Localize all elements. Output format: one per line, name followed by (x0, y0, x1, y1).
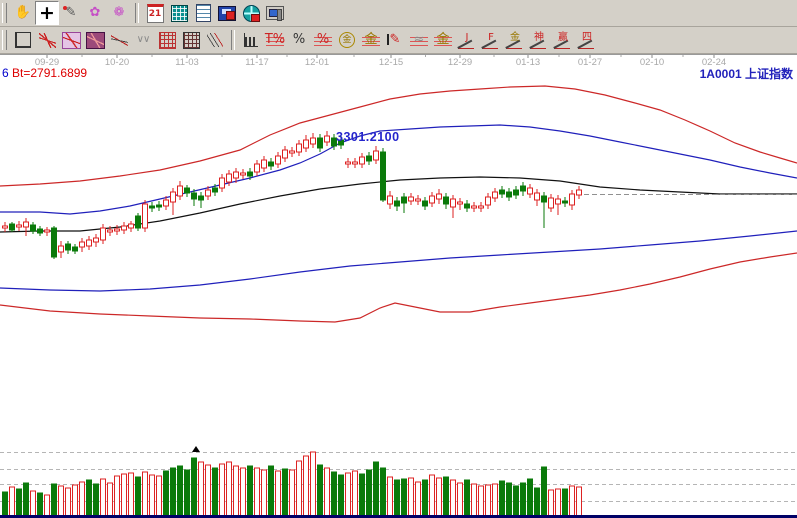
report-notes-icon (196, 4, 211, 22)
pan-hand-icon: ✋ (14, 4, 32, 22)
angle-lines-icon (111, 33, 128, 48)
crosshair-button[interactable]: + (35, 1, 59, 25)
si-angle-button[interactable]: 四 (575, 28, 599, 52)
gold-lines-icon: 金 (362, 31, 380, 49)
wave-lines-icon: ≈ (410, 31, 428, 49)
price-volume-chart[interactable]: 09-2910-2011-0311-1712-0112-1512-2901-13… (0, 54, 797, 518)
save-floppy-icon (218, 6, 236, 21)
percent-icon: % (290, 31, 308, 49)
candle-brush-icon: ✎ (386, 31, 404, 49)
toolbar-drawing-tools: ∨∨T%%%金金✎≈金JF金神赢四 (0, 27, 797, 54)
zigzag-wave-icon: ∨∨ (134, 31, 152, 49)
percent-lines-button[interactable]: % (311, 28, 335, 52)
knot-tool-button[interactable]: ❁ (107, 1, 131, 25)
parallel-lines-button[interactable] (203, 28, 227, 52)
save-floppy-button[interactable] (215, 1, 239, 25)
t-percent-icon: T% (266, 31, 284, 49)
svg-text:3301.2100: 3301.2100 (336, 130, 400, 144)
red-grid-icon (159, 32, 176, 49)
dark-fan-box-icon (86, 32, 105, 49)
dark-fan-box-button[interactable] (83, 28, 107, 52)
draw-line-pen-icon: ✎ (62, 4, 80, 22)
draw-line-pen-button[interactable]: ✎ (59, 1, 83, 25)
svg-text:12-01: 12-01 (305, 57, 329, 68)
shen-angle-button[interactable]: 神 (527, 28, 551, 52)
flower-tool-button[interactable]: ✿ (83, 1, 107, 25)
gold-angle-button[interactable]: 金 (503, 28, 527, 52)
calculator-button[interactable] (167, 1, 191, 25)
gold-angle-icon: 金 (506, 31, 524, 49)
percent-lines-icon: % (314, 31, 332, 49)
flower-tool-icon: ✿ (86, 4, 104, 22)
calculator-icon (171, 5, 188, 22)
crosshair-icon: + (38, 4, 56, 22)
svg-text:01-13: 01-13 (516, 57, 540, 68)
ying-angle-icon: 赢 (554, 31, 572, 49)
percent-button[interactable]: % (287, 28, 311, 52)
toolbar-separator (135, 3, 139, 23)
wave-lines-button[interactable]: ≈ (407, 28, 431, 52)
chart-area[interactable]: 09-2910-2011-0311-1712-0112-1512-2901-13… (0, 54, 797, 518)
svg-text:12-29: 12-29 (448, 57, 472, 68)
svg-text:11-03: 11-03 (175, 57, 199, 68)
measure-frame-button[interactable] (11, 28, 35, 52)
toolbar-separator (231, 30, 235, 50)
ying-angle-button[interactable]: 赢 (551, 28, 575, 52)
status-indicator-label: 6 Bt=2791.6899 (2, 66, 87, 80)
stats-bars-button[interactable] (239, 28, 263, 52)
send-computer-button[interactable] (263, 1, 287, 25)
stock-app-window: ✋+✎✿❁21 ∨∨T%%%金金✎≈金JF金神赢四 09-2910-2011-0… (0, 0, 797, 518)
svg-text:01-27: 01-27 (578, 57, 602, 68)
gann-fan-icon (39, 33, 56, 48)
grid-box-button[interactable] (179, 28, 203, 52)
toolbar-grip[interactable] (2, 3, 7, 23)
parallel-lines-icon (207, 33, 223, 47)
gold-red-lines-icon: 金 (434, 31, 452, 49)
j-angle-icon: J (458, 31, 476, 49)
si-angle-icon: 四 (578, 31, 596, 49)
calendar-button[interactable]: 21 (143, 1, 167, 25)
t-percent-button[interactable]: T% (263, 28, 287, 52)
shaded-fan-box-button[interactable] (59, 28, 83, 52)
shaded-fan-box-icon (62, 32, 81, 49)
status-value: Bt=2791.6899 (9, 66, 87, 80)
svg-text:12-15: 12-15 (379, 57, 403, 68)
zigzag-wave-button[interactable]: ∨∨ (131, 28, 155, 52)
pan-hand-button[interactable]: ✋ (11, 1, 35, 25)
gold-lines-button[interactable]: 金 (359, 28, 383, 52)
status-prefix: 6 (2, 66, 9, 80)
red-grid-button[interactable] (155, 28, 179, 52)
f-angle-icon: F (482, 31, 500, 49)
toolbar-grip[interactable] (2, 30, 7, 50)
knot-tool-icon: ❁ (110, 4, 128, 22)
stats-bars-icon (244, 33, 258, 47)
export-globe-button[interactable] (239, 1, 263, 25)
shen-angle-icon: 神 (530, 31, 548, 49)
measure-frame-icon (15, 32, 31, 48)
symbol-name-label: 1A0001 上证指数 (700, 65, 793, 82)
calendar-icon: 21 (147, 4, 164, 23)
angle-lines-button[interactable] (107, 28, 131, 52)
send-computer-icon (266, 6, 284, 20)
svg-text:11-17: 11-17 (245, 57, 269, 68)
gold-red-lines-button[interactable]: 金 (431, 28, 455, 52)
gold-coin-icon: 金 (339, 32, 355, 48)
j-angle-button[interactable]: J (455, 28, 479, 52)
f-angle-button[interactable]: F (479, 28, 503, 52)
candle-brush-button[interactable]: ✎ (383, 28, 407, 52)
gold-coin-button[interactable]: 金 (335, 28, 359, 52)
toolbar-main: ✋ + ✎ ✿ ❁ 21 (0, 0, 797, 27)
svg-text:10-20: 10-20 (105, 57, 129, 68)
svg-text:02-10: 02-10 (640, 57, 664, 68)
grid-box-icon (183, 32, 200, 49)
export-globe-icon (243, 5, 260, 22)
report-notes-button[interactable] (191, 1, 215, 25)
gann-fan-button[interactable] (35, 28, 59, 52)
